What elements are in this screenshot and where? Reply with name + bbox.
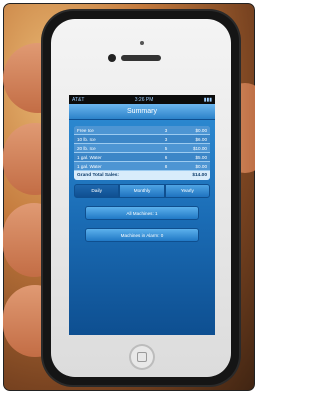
item-qty: 5 xyxy=(164,145,168,151)
phone-screen: AT&T 3:26 PM ▮▮▮ Summary Free Ice 3 $0.0… xyxy=(69,95,215,335)
item-qty: 3 xyxy=(164,136,168,142)
item-name: 1 gal. Water xyxy=(77,163,102,169)
home-button[interactable] xyxy=(129,344,155,370)
segment-daily[interactable]: Daily xyxy=(74,184,120,198)
carrier-label: AT&T xyxy=(72,96,85,103)
sales-table: Free Ice 3 $0.00 10 lb. Ice 3 $6.00 20 l… xyxy=(74,126,210,180)
grand-total-label: Grand Total Sales: xyxy=(77,173,120,178)
status-time: 3:26 PM xyxy=(134,96,154,103)
item-name: 1 gal. Water xyxy=(77,154,102,160)
photo-background: AT&T 3:26 PM ▮▮▮ Summary Free Ice 3 $0.0… xyxy=(0,0,258,394)
table-row: 10 lb. Ice 3 $6.00 xyxy=(74,135,210,144)
item-name: 20 lb. Ice xyxy=(77,145,96,151)
item-amount: $5.00 xyxy=(195,154,208,160)
status-bar: AT&T 3:26 PM ▮▮▮ xyxy=(69,95,215,104)
item-amount: $0.00 xyxy=(195,127,208,133)
item-amount: $6.00 xyxy=(195,136,208,142)
battery-icon: ▮▮▮ xyxy=(203,96,212,103)
all-machines-button[interactable]: All Machines: 1 xyxy=(85,206,199,220)
page-title: Summary xyxy=(127,108,157,115)
segment-yearly[interactable]: Yearly xyxy=(164,184,210,198)
item-amount: $0.00 xyxy=(195,163,208,169)
proximity-sensor xyxy=(140,41,144,45)
front-camera-icon xyxy=(108,54,116,62)
home-square-icon xyxy=(137,352,147,362)
table-row: Free Ice 3 $0.00 xyxy=(74,126,210,135)
phone-face: AT&T 3:26 PM ▮▮▮ Summary Free Ice 3 $0.0… xyxy=(51,19,231,377)
table-row: 1 gal. Water 8 $0.00 xyxy=(74,162,210,171)
table-row: 1 gal. Water 6 $5.00 xyxy=(74,153,210,162)
nav-bar: Summary xyxy=(69,104,215,120)
grand-total-row: Grand Total Sales: $14.00 xyxy=(74,171,210,180)
item-qty: 6 xyxy=(164,154,168,160)
item-amount: $10.00 xyxy=(192,145,207,151)
item-name: Free Ice xyxy=(77,127,94,133)
segment-monthly[interactable]: Monthly xyxy=(119,184,165,198)
earpiece-speaker xyxy=(121,55,161,61)
item-name: 10 lb. Ice xyxy=(77,136,96,142)
table-row: 20 lb. Ice 5 $10.00 xyxy=(74,144,210,153)
period-segmented-control: Daily Monthly Yearly xyxy=(74,184,210,198)
item-qty: 3 xyxy=(164,127,168,133)
smartphone: AT&T 3:26 PM ▮▮▮ Summary Free Ice 3 $0.0… xyxy=(43,11,239,385)
grand-total-amount: $14.00 xyxy=(192,173,207,178)
machines-in-alarm-button[interactable]: Machines in Alarm: 0 xyxy=(85,228,199,242)
item-qty: 8 xyxy=(164,163,168,169)
